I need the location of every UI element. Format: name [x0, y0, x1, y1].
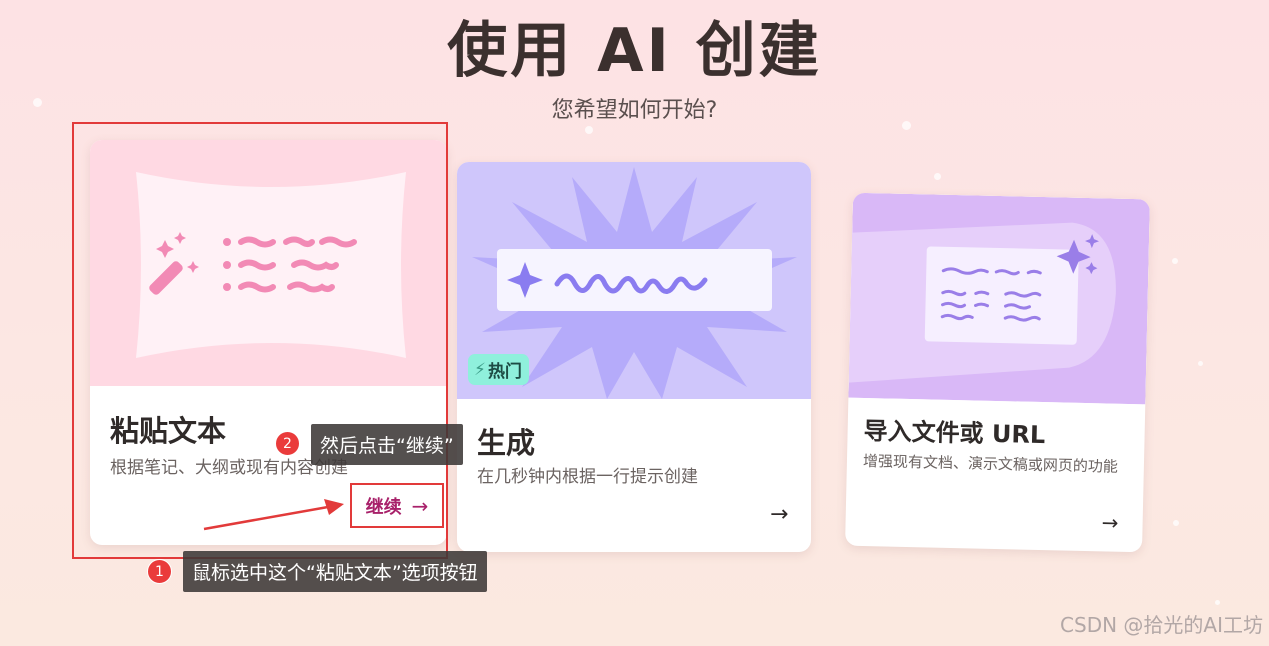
card-title: 生成 — [477, 426, 536, 460]
annotation-arrow — [203, 499, 344, 531]
page-title: 使用 AI 创建 — [447, 16, 822, 86]
lightning-icon: ⚡ — [474, 359, 486, 380]
arrow-right-icon[interactable]: → — [1101, 510, 1118, 534]
arrow-right-icon[interactable]: → — [770, 502, 788, 527]
continue-button[interactable]: 继续 → — [350, 483, 444, 528]
background-dot — [1173, 520, 1179, 526]
background-dot — [1172, 258, 1178, 264]
step1-tooltip: 鼠标选中这个“粘贴文本”选项按钮 — [183, 551, 487, 592]
card-title: 导入文件或 URL — [863, 416, 1046, 450]
page-subtitle: 您希望如何开始? — [551, 98, 718, 123]
import-card[interactable]: 导入文件或 URL 增强现有文档、演示文稿或网页的功能 → — [845, 192, 1150, 553]
step2-text: 然后点击“继续” — [320, 435, 454, 457]
background-dot — [1215, 600, 1220, 605]
background-dot — [1198, 361, 1203, 366]
continue-label: 继续 — [365, 496, 402, 518]
badge-label: 热门 — [487, 362, 522, 382]
paste-text-illustration — [90, 140, 447, 386]
step1-marker: 1 — [147, 559, 172, 584]
step1-text: 鼠标选中这个“粘贴文本”选项按钮 — [192, 562, 478, 584]
step2-marker: 2 — [275, 431, 300, 456]
watermark: CSDN @拾光的AI工坊 — [1060, 613, 1263, 637]
generate-card[interactable]: ⚡ 热门 生成 在几秒钟内根据一行提示创建 → — [457, 162, 811, 552]
arrow-right-icon: → — [411, 493, 429, 518]
card-description: 在几秒钟内根据一行提示创建 — [477, 467, 698, 487]
import-illustration — [848, 192, 1150, 405]
background-dot — [585, 126, 593, 134]
background-dot — [934, 173, 941, 180]
hot-badge: ⚡ 热门 — [468, 354, 529, 385]
step2-tooltip: 然后点击“继续” — [311, 424, 463, 465]
card-title: 粘贴文本 — [110, 414, 227, 448]
card-description: 增强现有文档、演示文稿或网页的功能 — [862, 451, 1119, 476]
